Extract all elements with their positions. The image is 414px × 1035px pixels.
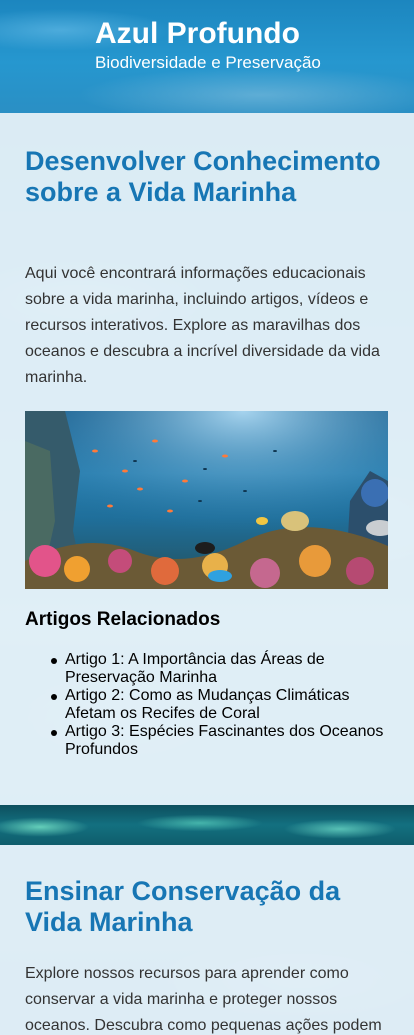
decorative-reef-band <box>0 805 414 845</box>
section-knowledge-text: Aqui você encontrará informações educaci… <box>25 265 380 386</box>
reef-illustration <box>25 411 388 589</box>
list-item: Artigo 1: A Importância das Áreas de Pre… <box>25 651 395 687</box>
article-link-1[interactable]: Artigo 1: A Importância das Áreas de Pre… <box>65 651 325 686</box>
article-link-2[interactable]: Artigo 2: Como as Mudanças Climáticas Af… <box>65 687 350 722</box>
section-conservation-text: Explore nossos recursos para aprender co… <box>25 965 382 1034</box>
section-knowledge-title: Desenvolver Conhecimento sobre a Vida Ma… <box>25 146 381 207</box>
list-item: Artigo 3: Espécies Fascinantes dos Ocean… <box>25 723 395 759</box>
related-articles-title: Artigos Relacionados <box>25 609 221 630</box>
site-subtitle: Biodiversidade e Preservação <box>95 53 321 72</box>
article-link-3[interactable]: Artigo 3: Espécies Fascinantes dos Ocean… <box>65 723 383 758</box>
related-articles-list: Artigo 1: A Importância das Áreas de Pre… <box>25 651 395 759</box>
site-header: Azul Profundo Biodiversidade e Preservaç… <box>0 0 414 113</box>
coral-reef-image <box>25 411 388 589</box>
list-item: Artigo 2: Como as Mudanças Climáticas Af… <box>25 687 395 723</box>
site-title: Azul Profundo <box>95 17 300 50</box>
section-conservation-title: Ensinar Conservação da Vida Marinha <box>25 876 341 937</box>
